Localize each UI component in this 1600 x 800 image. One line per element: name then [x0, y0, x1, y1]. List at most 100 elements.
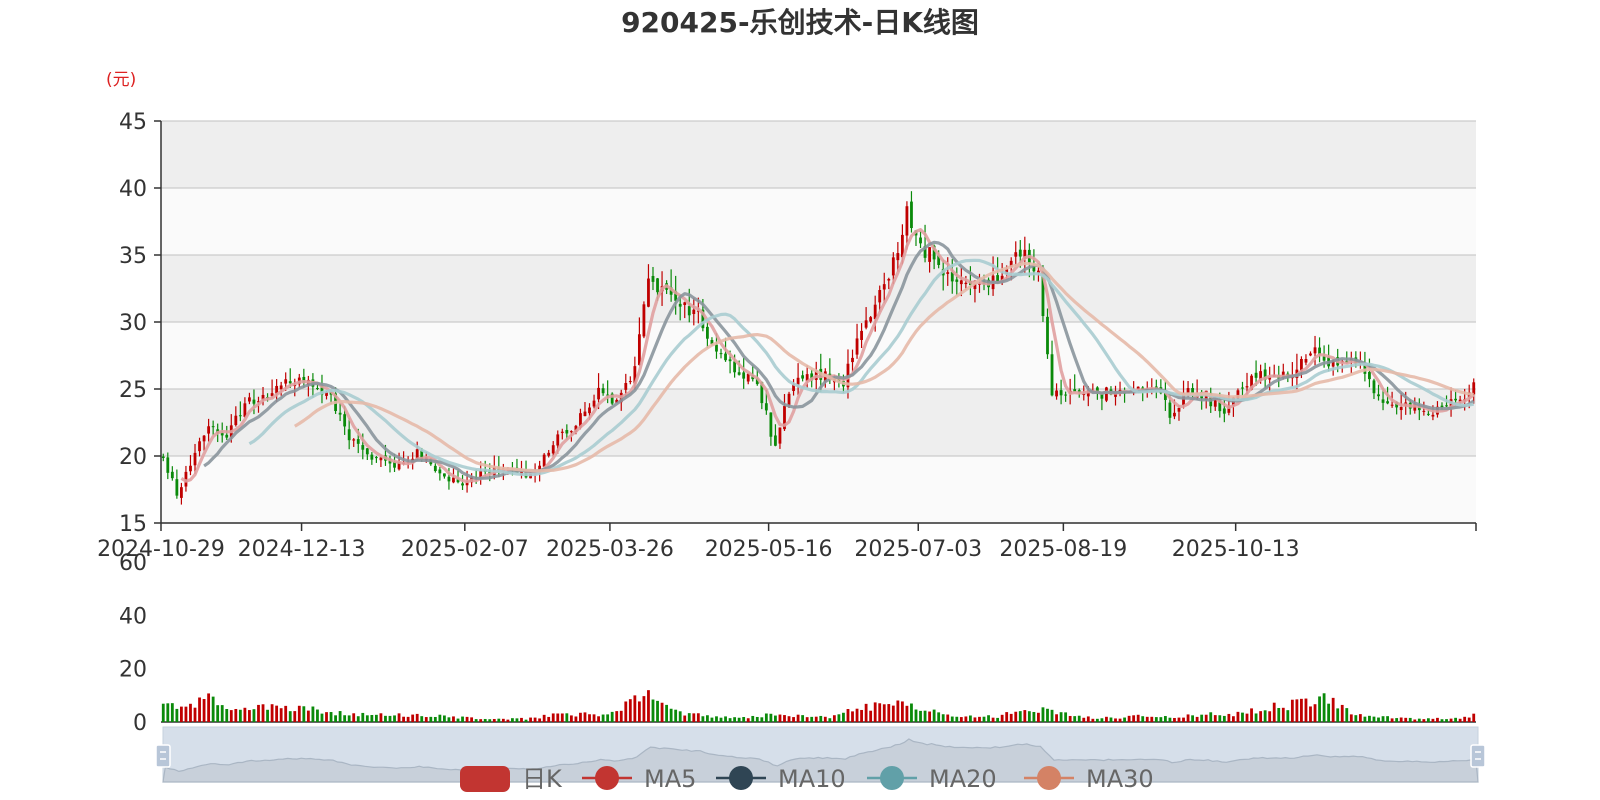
volume-bar — [1204, 714, 1208, 722]
volume-bar — [402, 716, 406, 722]
candle-body — [565, 429, 569, 434]
candle-body — [1173, 412, 1176, 417]
datazoom-handle-grip — [1470, 744, 1486, 768]
kline-chart: 920425-乐创技术-日K线图 (元) 15 20 25 30 35 40 45 2024… — [97, 6, 1486, 793]
candle — [1105, 386, 1108, 403]
candle-body — [347, 429, 351, 441]
candle-body — [946, 272, 950, 274]
volume-bar — [1086, 716, 1090, 722]
candle-body — [656, 278, 659, 293]
volume-bar — [1114, 718, 1117, 722]
candle-body — [316, 388, 319, 390]
date-tick-label: 2024-12-13 — [238, 537, 366, 562]
candle-body — [1050, 354, 1054, 396]
candle-body — [860, 330, 863, 340]
chart-title: 920425-乐创技术-日K线图 — [621, 6, 979, 39]
volume-bar — [851, 711, 854, 722]
candle-body — [1372, 380, 1376, 394]
volume-bar — [910, 703, 913, 722]
candle-body — [705, 326, 709, 339]
candle-body — [234, 415, 238, 426]
candle — [642, 301, 646, 339]
volume-bar — [225, 708, 229, 722]
price-tick-label: 15 — [119, 512, 147, 537]
volume-bar — [987, 715, 990, 722]
volume-bar — [683, 715, 687, 722]
volume-bar — [325, 712, 328, 722]
volume-bar — [1241, 712, 1244, 722]
volume-bar — [189, 703, 192, 722]
volume-bar — [882, 704, 886, 722]
datazoom-handle[interactable] — [1470, 744, 1486, 768]
candle-body — [1381, 399, 1385, 403]
volume-bar — [1159, 717, 1163, 722]
volume-bar — [633, 695, 637, 722]
volume-bar — [1091, 718, 1095, 722]
volume-bar — [1200, 714, 1204, 722]
volume-bar — [311, 706, 315, 722]
volume-bar — [796, 714, 800, 722]
volume-bar — [1186, 714, 1190, 722]
volume-bar — [234, 708, 238, 722]
volume-bar — [928, 711, 932, 722]
price-tick-label: 20 — [119, 445, 147, 470]
date-tick-label: 2025-07-03 — [854, 537, 982, 562]
volume-bar — [1005, 712, 1009, 722]
volume-bar — [891, 705, 895, 722]
volume-bar — [774, 715, 777, 722]
volume-bar — [193, 707, 197, 722]
volume-bar — [1209, 712, 1213, 722]
volume-bar — [656, 700, 659, 722]
volume-bar — [932, 709, 936, 722]
candle-body — [588, 407, 591, 414]
candle-body — [569, 431, 573, 433]
volume-bar-series[interactable] — [161, 690, 1476, 722]
volume-bar — [284, 705, 288, 722]
volume-bar — [1168, 717, 1172, 722]
candle-body — [370, 454, 374, 460]
candle-body — [919, 237, 922, 244]
legend-item[interactable]: MA10 — [716, 765, 846, 793]
volume-bar — [1136, 714, 1140, 722]
candle-body — [891, 257, 895, 276]
volume-bar — [501, 718, 505, 722]
legend-label: MA30 — [1086, 765, 1154, 793]
volume-bar — [728, 718, 732, 722]
volume-bar — [982, 716, 986, 722]
volume-bar — [352, 713, 356, 722]
candle-body — [864, 320, 868, 328]
datazoom-handle[interactable] — [155, 744, 171, 768]
volume-bar — [1055, 714, 1058, 722]
volume-bar — [1150, 716, 1154, 722]
volume-bar — [705, 715, 709, 722]
volume-bar — [220, 705, 224, 722]
legend-item[interactable]: MA20 — [867, 765, 997, 793]
date-axis: 2024-10-29 2024-12-13 2025-02-07 2025-03-26… — [97, 522, 1477, 562]
candle-body — [1245, 386, 1249, 388]
candle-body — [338, 412, 342, 415]
volume-bar — [1349, 714, 1353, 722]
candle-body — [560, 431, 564, 433]
volume-bar — [161, 703, 165, 722]
volume-bar — [442, 715, 446, 722]
volume-bar — [1182, 717, 1185, 722]
volume-bar — [302, 706, 306, 722]
candle-body — [878, 290, 882, 303]
candle-body — [715, 344, 718, 352]
volume-bar — [742, 716, 746, 722]
candle-body — [193, 452, 197, 466]
volume-bar — [483, 718, 487, 722]
candle-body — [1472, 382, 1476, 395]
volume-bar — [737, 717, 741, 722]
candle-body — [728, 359, 732, 362]
volume-bar — [1363, 716, 1367, 722]
legend-item[interactable]: MA30 — [1024, 765, 1154, 793]
volume-bar — [637, 701, 641, 722]
candle-body — [1377, 394, 1380, 397]
candle-body — [637, 334, 641, 365]
volume-bar — [1449, 718, 1453, 722]
chart-stage: 920425-乐创技术-日K线图 (元) 15 20 25 30 35 40 45 2024… — [0, 0, 1600, 800]
candle-body — [279, 385, 283, 390]
volume-bar — [1163, 716, 1167, 722]
volume-bar — [1290, 699, 1294, 722]
